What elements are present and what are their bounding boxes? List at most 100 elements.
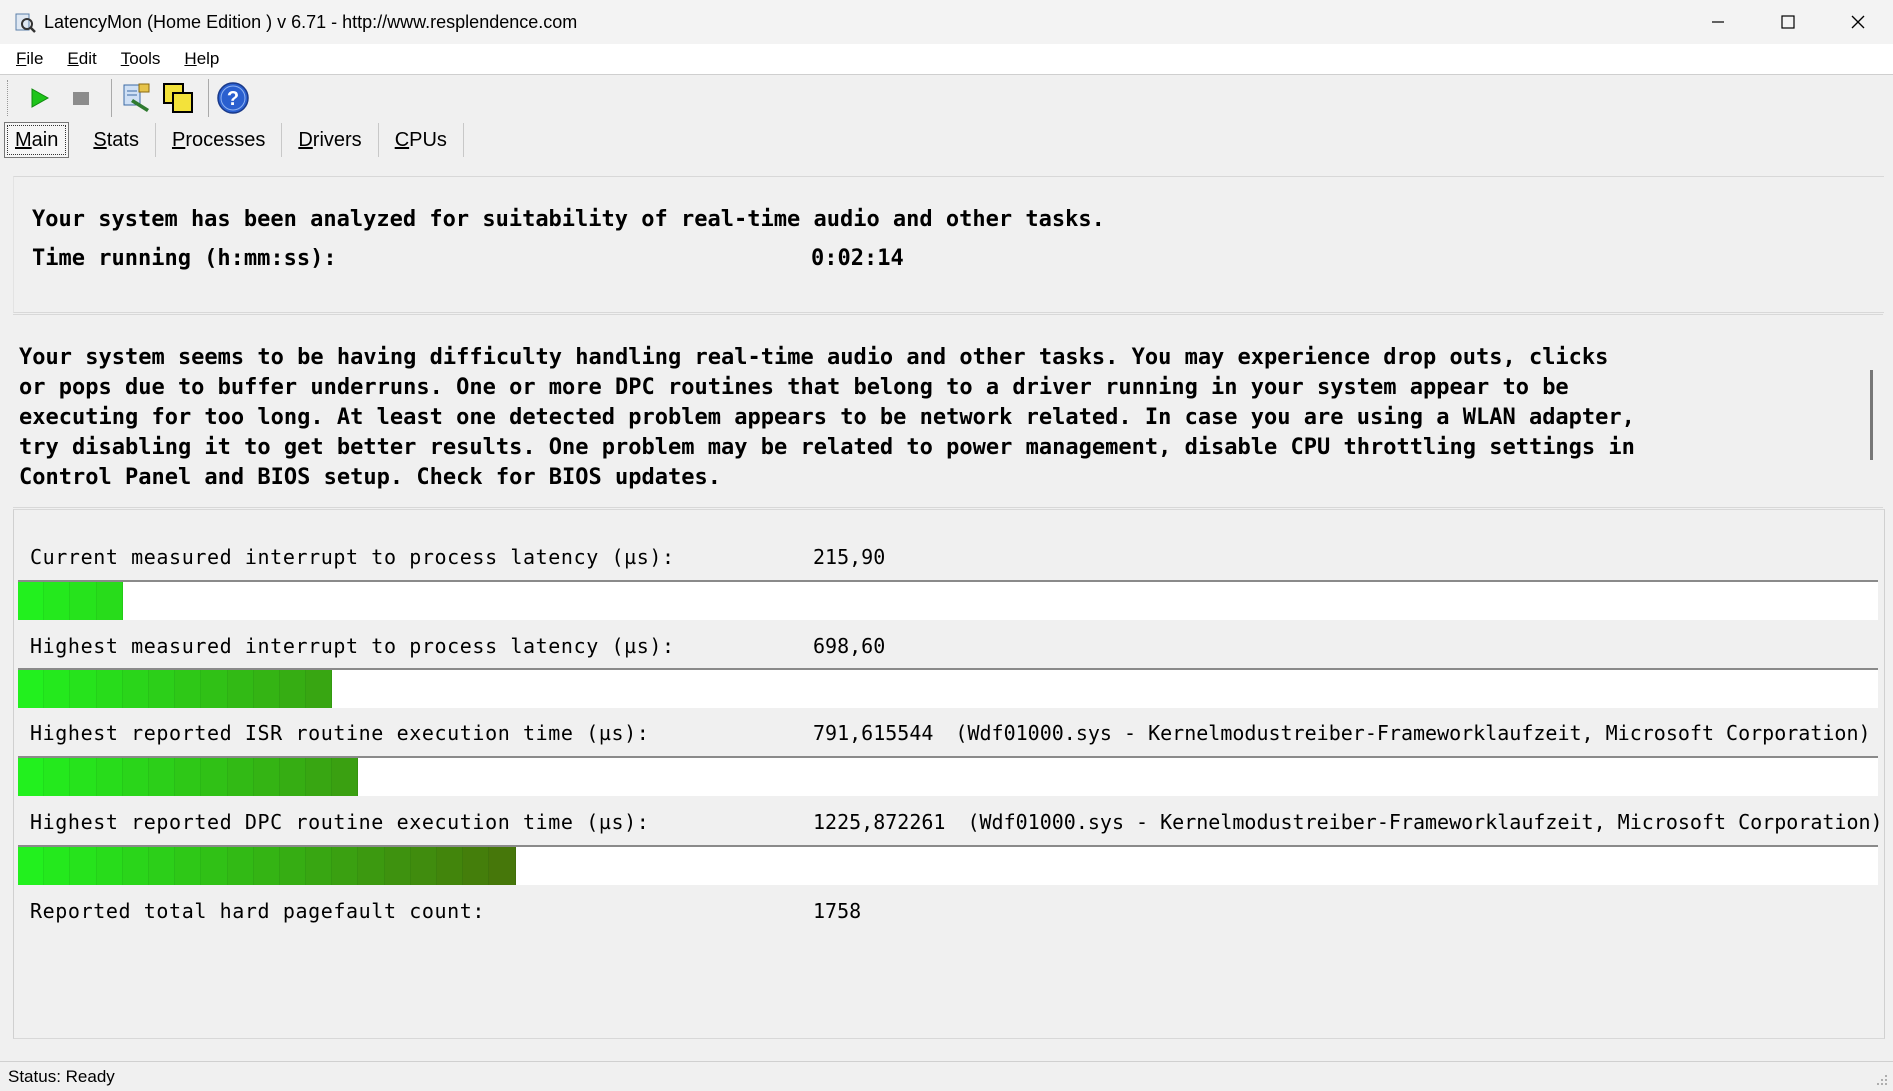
bar-segment <box>96 758 123 796</box>
bar-segment <box>463 847 490 885</box>
metric-value-highest-latency: 698,60 <box>813 634 885 658</box>
metric-value-dpc: 1225,872261 (Wdf01000.sys - Kernelmodustr… <box>813 810 1883 834</box>
tab-stats-accel: S <box>93 128 107 151</box>
tab-cpus-rest: PUs <box>409 128 447 151</box>
toolbar-grip[interactable] <box>7 80 11 116</box>
bar-segment <box>44 582 71 620</box>
bar-segment <box>96 670 123 708</box>
verdict-text: Your system seems to be having difficult… <box>19 345 1635 490</box>
menu-file[interactable]: File <box>12 49 47 69</box>
menu-edit-accel: E <box>67 49 79 68</box>
bar-segment <box>253 670 280 708</box>
tab-cpus-accel: C <box>394 128 410 151</box>
time-running-value: 0:02:14 <box>811 246 904 271</box>
bar-segment <box>358 847 385 885</box>
tab-main[interactable]: Main <box>4 122 70 158</box>
window-button[interactable] <box>160 80 196 116</box>
close-icon <box>1851 15 1865 29</box>
bar-segment <box>201 847 228 885</box>
menu-edit[interactable]: Edit <box>63 49 100 69</box>
bar-segment <box>227 670 254 708</box>
maximize-button[interactable] <box>1753 0 1823 44</box>
metrics-panel: Current measured interrupt to process la… <box>13 509 1885 1039</box>
toolbar-separator <box>111 79 112 117</box>
bar-segment <box>18 582 45 620</box>
menu-help[interactable]: Help <box>180 49 223 69</box>
help-button[interactable]: ? <box>215 80 251 116</box>
bar-segment <box>384 847 411 885</box>
bar-segment <box>70 670 97 708</box>
metric-number: 1758 <box>813 899 862 923</box>
bar-segment <box>148 670 176 708</box>
bar-segment <box>279 670 307 708</box>
bar-segment <box>18 670 45 708</box>
tab-drivers-accel: D <box>298 128 313 151</box>
resize-grip-icon[interactable] <box>1875 1073 1889 1087</box>
bar-segment <box>279 758 307 796</box>
tab-stats[interactable]: Stats <box>77 123 156 157</box>
bar-segment <box>175 670 202 708</box>
bar-segment <box>122 758 149 796</box>
bar-segment <box>437 847 464 885</box>
bar-segment <box>306 670 333 708</box>
metric-value-isr: 791,615544 (Wdf01000.sys - Kernelmodustre… <box>813 721 1871 745</box>
window-controls <box>1683 0 1893 44</box>
metric-value-current-latency: 215,90 <box>813 545 885 569</box>
metric-number: 698,60 <box>813 634 886 658</box>
tab-drivers[interactable]: Drivers <box>282 123 379 157</box>
menu-tools-accel: T <box>120 49 130 68</box>
latency-bar-current <box>18 580 1878 620</box>
stop-icon <box>73 92 89 105</box>
menu-tools-rest: ools <box>129 49 161 68</box>
bar-segment <box>175 847 202 885</box>
metric-label-highest-latency: Highest measured interrupt to process la… <box>30 634 675 658</box>
menu-file-accel: F <box>16 49 27 68</box>
bar-segment <box>227 758 254 796</box>
bar-segment <box>201 670 228 708</box>
minimize-button[interactable] <box>1683 0 1753 44</box>
verdict-scrollbar[interactable] <box>1870 370 1873 460</box>
verdict-panel: Your system seems to be having difficult… <box>13 314 1883 508</box>
bar-segment <box>148 847 176 885</box>
stop-button[interactable] <box>63 80 99 116</box>
app-icon[interactable] <box>14 11 36 33</box>
bar-segment <box>122 847 149 885</box>
bar-fill <box>18 758 359 796</box>
metric-label-current-latency: Current measured interrupt to process la… <box>30 545 675 569</box>
maximize-icon <box>1781 15 1795 29</box>
dpc-bar <box>18 845 1878 885</box>
bar-segment <box>489 847 516 885</box>
tab-processes-rest: rocesses <box>185 128 266 151</box>
close-button[interactable] <box>1823 0 1893 44</box>
bar-segment <box>410 847 437 885</box>
menu-tools[interactable]: Tools <box>117 49 165 69</box>
menu-bar: File Edit Tools Help <box>0 44 1893 75</box>
status-bar: Status: Ready <box>0 1061 1893 1091</box>
bar-segment <box>70 758 97 796</box>
metric-label-isr: Highest reported ISR routine execution t… <box>30 721 650 745</box>
tab-cpus[interactable]: C PUs <box>379 123 464 157</box>
tools-button[interactable] <box>118 80 154 116</box>
bar-segment <box>122 670 149 708</box>
bar-segment <box>44 758 71 796</box>
menu-help-accel: H <box>184 49 197 68</box>
window-title: LatencyMon (Home Edition ) v 6.71 - http… <box>44 11 578 32</box>
bar-fill <box>18 670 333 708</box>
menu-edit-rest: dit <box>78 49 97 68</box>
metric-number: 1225,872261 <box>813 810 946 834</box>
start-button[interactable] <box>21 80 57 116</box>
tab-main-rest: ain <box>31 128 59 151</box>
bar-segment <box>201 758 228 796</box>
play-icon <box>31 88 50 108</box>
tools-icon <box>123 83 150 112</box>
bar-segment <box>253 758 280 796</box>
window-icon <box>163 83 193 113</box>
metric-number: 215,90 <box>813 545 886 569</box>
bar-segment <box>96 847 123 885</box>
bar-segment <box>44 847 71 885</box>
tab-processes[interactable]: Processes <box>156 123 283 157</box>
menu-file-rest: ile <box>26 49 44 68</box>
bar-segment <box>96 582 123 620</box>
isr-bar <box>18 756 1878 796</box>
summary-panel: Your system has been analyzed for suitab… <box>13 176 1884 313</box>
